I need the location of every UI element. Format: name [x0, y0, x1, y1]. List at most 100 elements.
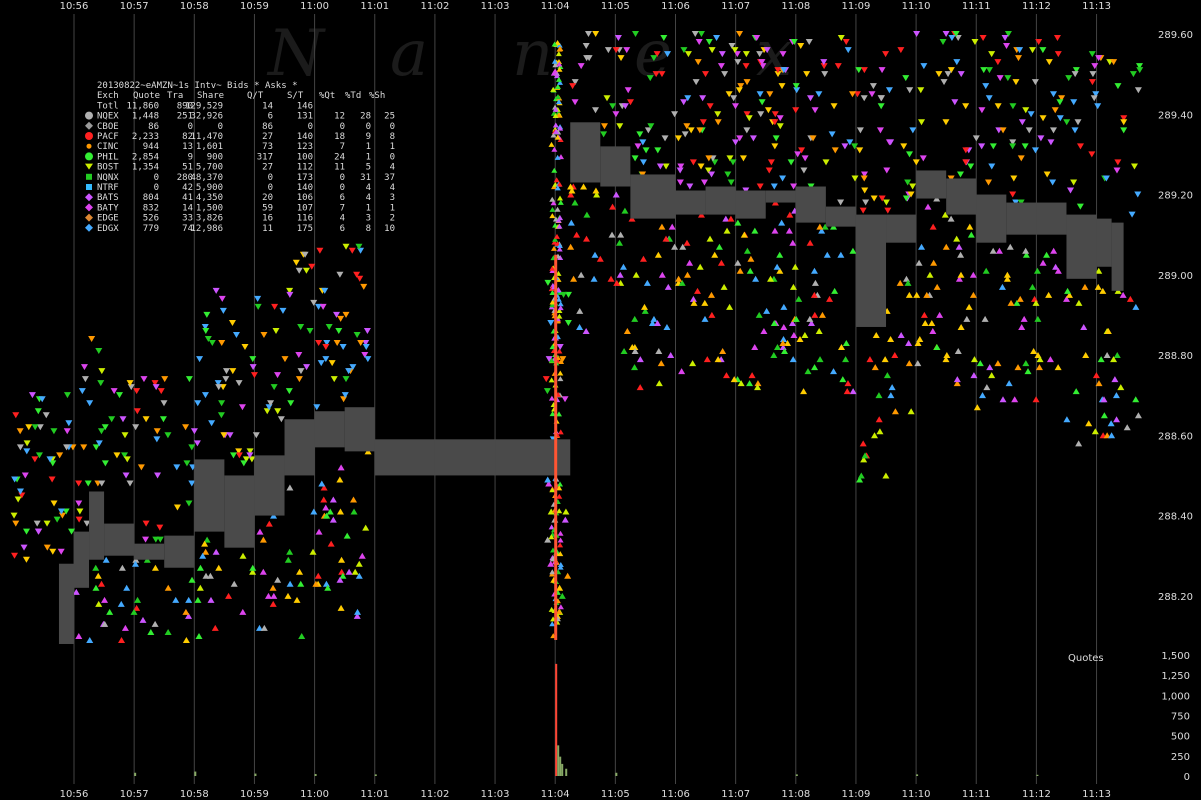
ask-marker — [337, 315, 345, 322]
bid-marker — [881, 356, 889, 363]
legend-value: 24 — [334, 152, 345, 162]
bid-marker — [842, 340, 850, 347]
legend-exchange: EDGE — [97, 214, 119, 224]
bid-marker — [933, 344, 941, 351]
ask-marker — [153, 436, 161, 443]
ask-marker — [23, 448, 31, 455]
ask-marker — [592, 31, 600, 38]
ask-marker — [322, 344, 330, 351]
ask-marker — [600, 123, 608, 130]
bid-marker — [151, 564, 159, 571]
bid-marker — [1082, 352, 1090, 359]
bid-marker — [1111, 376, 1119, 383]
ask-marker — [859, 207, 867, 214]
legend-header-cell: S/T — [287, 91, 304, 101]
ask-marker — [772, 135, 780, 142]
ask-marker — [765, 167, 773, 174]
ask-marker — [1063, 119, 1071, 126]
bid-marker — [902, 275, 910, 282]
ask-marker — [190, 428, 198, 435]
ask-marker — [885, 87, 893, 94]
bid-marker — [882, 472, 890, 479]
ask-marker — [133, 408, 141, 415]
legend-value: 51 — [182, 163, 193, 173]
ask-marker — [695, 39, 703, 46]
x-tick-label-top: 11:05 — [601, 1, 630, 12]
legend-value: 106 — [297, 193, 313, 203]
ask-marker — [920, 63, 928, 70]
ask-marker — [1010, 175, 1018, 182]
bid-marker — [667, 352, 675, 359]
bid-marker — [639, 255, 647, 262]
ask-marker — [642, 147, 650, 154]
ask-marker — [49, 548, 57, 555]
legend-value: 14 — [182, 203, 193, 213]
ask-marker — [203, 311, 211, 318]
ask-marker — [956, 171, 964, 178]
bid-marker — [947, 215, 955, 222]
bid-marker — [1039, 259, 1047, 266]
bid-marker — [284, 556, 292, 563]
price-tick-label: 288.80 — [1158, 351, 1193, 362]
legend-value: 11,860 — [126, 101, 159, 111]
bid-marker — [329, 516, 337, 523]
ask-marker — [10, 512, 18, 519]
bid-marker — [871, 432, 879, 439]
legend-exchange: NQNX — [97, 173, 119, 183]
bid-marker — [1043, 251, 1051, 258]
bid-marker — [1018, 323, 1026, 330]
bid-marker — [1006, 243, 1014, 250]
legend-value: 27 — [262, 132, 273, 142]
legend-value: 832 — [143, 203, 159, 213]
bid-marker — [576, 323, 584, 330]
ask-marker — [325, 323, 333, 330]
bid-marker — [701, 315, 709, 322]
ask-marker — [989, 143, 997, 150]
ask-marker — [691, 31, 699, 38]
bid-marker — [924, 203, 932, 210]
bid-marker — [557, 376, 564, 382]
ask-marker — [16, 444, 24, 451]
quotes-tick-label: 1,250 — [1161, 671, 1190, 682]
ask-marker — [272, 327, 280, 334]
legend-value: 2,854 — [132, 152, 159, 162]
quote-bar — [314, 773, 317, 776]
ask-marker — [797, 43, 805, 50]
bid-marker — [557, 195, 564, 201]
bid-marker — [343, 532, 351, 539]
ask-marker — [868, 91, 876, 98]
x-tick-label-bottom: 10:58 — [180, 789, 209, 800]
legend-value: 32,926 — [190, 112, 223, 122]
bid-marker — [1046, 356, 1054, 363]
ask-marker — [279, 307, 287, 314]
bid-marker — [686, 259, 694, 266]
legend-value: 86 — [148, 122, 159, 132]
ask-marker — [717, 63, 725, 70]
ask-marker — [23, 528, 31, 535]
x-tick-label-bottom: 11:08 — [781, 789, 810, 800]
ask-marker — [861, 187, 869, 194]
bid-marker — [1092, 372, 1100, 379]
ask-marker — [612, 111, 620, 118]
bid-marker — [1134, 412, 1142, 419]
legend-value: 0 — [268, 173, 273, 183]
legend-value: 0 — [340, 173, 345, 183]
ask-marker — [862, 199, 870, 206]
ask-marker — [1134, 191, 1142, 198]
bid-marker — [640, 303, 648, 310]
ask-marker — [75, 480, 83, 487]
ask-marker — [252, 432, 260, 439]
legend-value: 37 — [384, 173, 395, 183]
bid-marker — [839, 376, 847, 383]
ask-marker — [624, 87, 632, 94]
bid-marker — [98, 580, 106, 587]
bid-marker — [751, 227, 759, 234]
bid-marker — [643, 279, 651, 286]
ask-marker — [692, 79, 700, 86]
bid-marker — [746, 380, 754, 387]
ask-marker — [1088, 79, 1096, 86]
bid-marker — [823, 251, 831, 258]
spread-segment — [1036, 202, 1067, 235]
ask-marker — [75, 516, 83, 523]
bid-marker — [689, 360, 697, 367]
